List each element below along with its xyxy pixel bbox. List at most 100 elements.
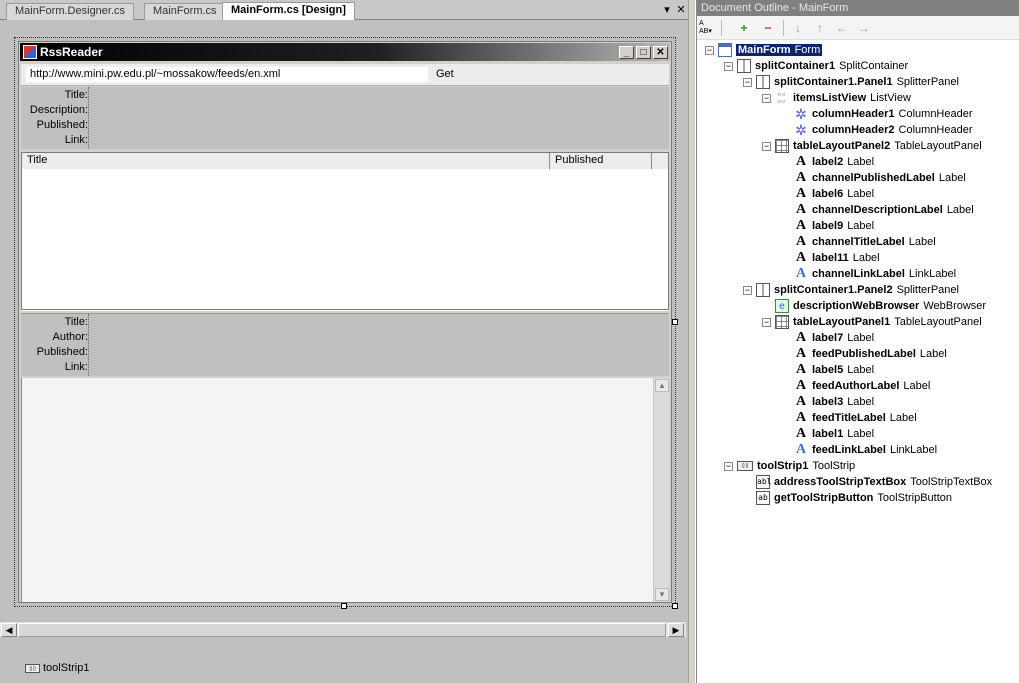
column-header-published[interactable]: Published [550,153,652,169]
outline-node-feedLinkLabel[interactable]: AfeedLinkLabel LinkLabel [781,442,937,458]
collapse-icon[interactable]: − [743,77,752,87]
outline-node-feedAuthorLabel[interactable]: AfeedAuthorLabel Label [781,378,930,394]
tree-node-name: label11 [812,252,849,264]
tree-node-name: toolStrip1 [757,460,809,472]
channel-link-label: Link: [64,134,88,146]
outline-node-MainForm[interactable]: − MainForm Form [705,42,823,58]
outline-node-label5[interactable]: Alabel5 Label [781,362,874,378]
add-icon[interactable]: + [735,20,753,36]
channel-description-label: Description: [29,104,88,116]
outline-node-label3[interactable]: Alabel3 Label [781,394,874,410]
tab-mainform-designer-cs[interactable]: MainForm.Designer.cs [6,3,135,20]
outline-node-label1[interactable]: Alabel1 Label [781,426,874,442]
tree-node-name: tableLayoutPanel2 [793,140,891,152]
collapse-icon[interactable]: − [762,317,771,327]
feed-title-label: Title: [64,316,88,328]
design-surface[interactable]: RssReader _ □ ✕ http://www.mini.pw.edu.p… [0,21,690,621]
outline-node-addressToolStripTextBox[interactable]: abl addressToolStripTextBox ToolStripTextB… [743,474,992,490]
outline-node-itemsListView[interactable]: − ▫▫ ▫▫ itemsListView ListView [762,90,911,106]
maximize-button[interactable]: □ [636,46,651,59]
outline-node-columnHeader2[interactable]: ✲ columnHeader2 ColumnHeader [781,122,972,138]
scroll-down-icon[interactable]: ▼ [655,588,669,601]
outline-node-tableLayoutPanel2[interactable]: − tableLayoutPanel2 TableLayoutPanel [762,138,982,154]
pane-splitter[interactable] [688,0,696,683]
minimize-button[interactable]: _ [619,46,634,59]
collapse-icon[interactable]: − [762,141,771,151]
tree-node-name: feedPublishedLabel [812,348,916,360]
sort-icon[interactable]: A AB▾ [699,20,717,36]
channel-published-label: Published: [36,119,88,131]
tree-label: label6 Label [812,188,874,200]
outline-node-channelLinkLabel[interactable]: AchannelLinkLabel LinkLabel [781,266,956,282]
scroll-thumb[interactable] [18,623,666,637]
tree-label: label2 Label [812,156,874,168]
move-up-icon[interactable]: ↑ [811,20,829,36]
outline-node-splitContainer1-Panel1[interactable]: − splitContainer1.Panel1 SplitterPanel [743,74,959,90]
outline-node-columnHeader1[interactable]: ✲ columnHeader1 ColumnHeader [781,106,973,122]
collapse-icon[interactable]: − [762,93,771,103]
tree-node-name: channelDescriptionLabel [812,204,943,216]
outline-node-channelTitleLabel[interactable]: AchannelTitleLabel Label [781,234,936,250]
outline-node-label6[interactable]: Alabel6 Label [781,186,874,202]
scroll-left-icon[interactable]: ◀ [1,623,17,637]
collapse-icon[interactable]: − [724,61,733,71]
label-icon: A [795,362,807,378]
tray-toolstrip1[interactable]: ▯▯ toolStrip1 [25,662,89,674]
tree-label: columnHeader1 ColumnHeader [812,108,973,120]
move-right-icon[interactable]: → [855,20,873,36]
column-header-title[interactable]: Title [22,153,550,169]
document-tab-strip: MainForm.Designer.cs MainForm.cs MainFor… [0,0,690,20]
outline-node-feedPublishedLabel[interactable]: AfeedPublishedLabel Label [781,346,947,362]
tab-mainform-design[interactable]: MainForm.cs [Design] [222,2,355,20]
description-web-browser[interactable]: ▲ ▼ [21,378,669,602]
toolstrip-icon: ▯▯ [25,663,40,673]
form-title-bar[interactable]: RssReader _ □ ✕ [20,43,670,61]
form-toolstrip[interactable]: http://www.mini.pw.edu.pl/~mossakow/feed… [21,64,669,86]
tree-node-name: label6 [812,188,844,200]
tree-label: feedPublishedLabel Label [812,348,947,360]
outline-node-getToolStripButton[interactable]: ab getToolStripButton ToolStripButton [743,490,952,506]
designer-horizontal-scrollbar[interactable]: ◀ ▶ [0,621,686,637]
outline-node-splitContainer1-Panel2[interactable]: − splitContainer1.Panel2 SplitterPanel [743,282,959,298]
web-browser-scrollbar[interactable]: ▲ ▼ [653,378,669,602]
items-list-view[interactable]: Title Published [21,152,669,310]
outline-node-feedTitleLabel[interactable]: AfeedTitleLabel Label [781,410,917,426]
outline-node-splitContainer1[interactable]: − splitContainer1 SplitContainer [724,58,908,74]
outline-node-descriptionWebBrowser[interactable]: e descriptionWebBrowser WebBrowser [762,298,986,314]
outline-node-toolStrip1[interactable]: − ▯▯ toolStrip1 ToolStrip [724,458,855,474]
label-icon: A [795,218,807,234]
get-button[interactable]: Get [433,67,457,83]
channel-info-panel: Title: Description: Published: Link: [21,87,669,149]
outline-node-label11[interactable]: Alabel11 Label [781,250,880,266]
tree-label: label11 Label [812,252,880,264]
collapse-icon[interactable]: − [705,45,714,55]
move-down-icon[interactable]: ↓ [789,20,807,36]
remove-icon[interactable]: − [759,20,777,36]
form-designer[interactable]: MainForm.Designer.cs MainForm.cs MainFor… [0,0,690,683]
label-icon: A [795,234,807,250]
feed-label-column: Title: Author: Published: Link: [23,314,89,376]
outline-node-channelDescriptionLabel[interactable]: AchannelDescriptionLabel Label [781,202,974,218]
tab-dropdown-icon[interactable]: ▾ [660,3,674,16]
resize-grip-bottom-right[interactable] [672,603,678,609]
outline-node-tableLayoutPanel1[interactable]: − tableLayoutPanel1 TableLayoutPanel [762,314,982,330]
resize-grip-right[interactable] [672,319,678,325]
resize-grip-bottom[interactable] [341,603,347,609]
close-tab-icon[interactable]: ✕ [674,3,688,16]
scroll-up-icon[interactable]: ▲ [655,379,669,392]
move-left-icon[interactable]: ← [833,20,851,36]
outline-node-label2[interactable]: Alabel2 Label [781,154,874,170]
tree-label: feedTitleLabel Label [812,412,917,424]
linklabel-icon: A [795,442,807,458]
tab-mainform-cs[interactable]: MainForm.cs [144,3,226,20]
tree-label: channelLinkLabel LinkLabel [812,268,956,280]
close-button[interactable]: ✕ [653,46,668,59]
outline-node-label9[interactable]: Alabel9 Label [781,218,874,234]
scroll-right-icon[interactable]: ▶ [668,623,684,637]
outline-node-label7[interactable]: Alabel7 Label [781,330,874,346]
main-form-window[interactable]: RssReader _ □ ✕ http://www.mini.pw.edu.p… [18,41,672,603]
address-textbox[interactable]: http://www.mini.pw.edu.pl/~mossakow/feed… [25,66,429,83]
collapse-icon[interactable]: − [724,461,733,471]
outline-node-channelPublishedLabel[interactable]: AchannelPublishedLabel Label [781,170,966,186]
collapse-icon[interactable]: − [743,285,752,295]
